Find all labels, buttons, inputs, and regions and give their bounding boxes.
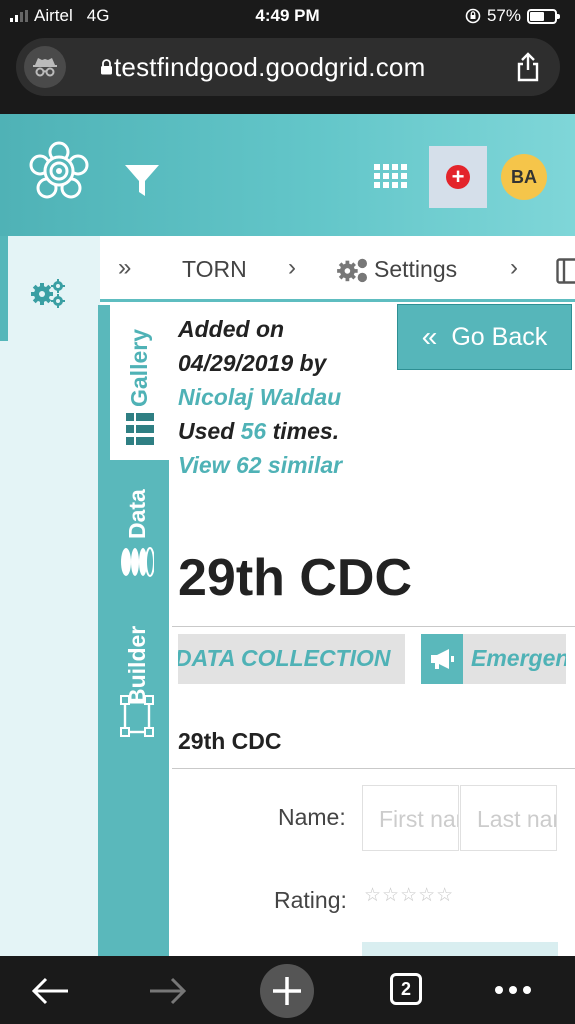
browser-toolbar: 2: [0, 956, 575, 1024]
go-back-button[interactable]: « Go Back: [397, 304, 572, 370]
page-title: 29th CDC: [178, 549, 413, 607]
usage-line: Used 56 times.: [178, 414, 393, 448]
chevron-right-icon: ›: [288, 254, 296, 281]
tab-data[interactable]: Data: [98, 465, 169, 595]
plus-icon: [273, 977, 301, 1005]
avatar[interactable]: BA: [501, 154, 547, 200]
author-link[interactable]: Nicolaj Waldau: [178, 380, 393, 414]
left-panel-settings-bg: [8, 236, 100, 341]
divider: [172, 626, 575, 627]
new-tab-button[interactable]: [260, 964, 314, 1018]
builder-icon: [120, 695, 154, 737]
settings-gears-icon: [336, 256, 370, 289]
chevron-right-icon: ›: [510, 254, 518, 281]
used-suffix: times.: [266, 418, 340, 444]
battery-percent: 57%: [486, 6, 521, 25]
status-right: 57%: [465, 6, 560, 26]
app-header: + BA: [0, 114, 575, 236]
breadcrumb-item-settings[interactable]: Settings: [374, 256, 457, 283]
breadcrumb-item-torn[interactable]: TORN: [182, 256, 247, 283]
apps-grid-icon[interactable]: [374, 164, 407, 190]
tab-data-label: Data: [124, 489, 150, 539]
double-chevron-left-icon: «: [421, 321, 438, 352]
tag-emergency-label: Emergency: [471, 645, 566, 671]
view-similar-link[interactable]: View 62 similar: [178, 448, 393, 482]
form-title: 29th CDC: [178, 728, 282, 754]
logo-icon[interactable]: [28, 140, 90, 202]
filter-icon[interactable]: [124, 164, 160, 198]
rating-label: Rating:: [274, 887, 347, 913]
submit-button[interactable]: [362, 942, 558, 956]
more-menu-icon[interactable]: [495, 986, 531, 994]
rating-stars[interactable]: ☆☆☆☆☆: [364, 884, 454, 907]
left-panel-body: [0, 341, 100, 956]
back-arrow-icon[interactable]: [30, 976, 70, 1006]
tab-builder-label: Builder: [124, 625, 150, 705]
tag-data-collection-label: DATA COLLECTION: [178, 645, 391, 671]
battery-icon: [527, 8, 560, 24]
url-text[interactable]: testfindgood.goodgrid.com: [114, 52, 425, 83]
tab-builder[interactable]: Builder: [98, 605, 169, 745]
last-name-field[interactable]: Last name: [460, 785, 557, 851]
forward-arrow-icon[interactable]: [148, 976, 188, 1006]
used-prefix: Used: [178, 418, 241, 444]
added-date: 04/29/2019 by: [178, 350, 327, 376]
panel-icon[interactable]: [556, 258, 575, 284]
divider: [172, 768, 575, 769]
rotation-lock-icon: [465, 8, 481, 24]
browser-top-chrome: Airtel 4G 4:49 PM 57% testfindgood.goodg…: [0, 0, 575, 114]
battery-fill: [530, 11, 544, 21]
breadcrumb: » TORN › Settings ›: [100, 236, 575, 302]
template-info: Added on 04/29/2019 by Nicolaj Waldau Us…: [178, 312, 393, 482]
tag-emergency[interactable]: Emergency: [421, 634, 566, 684]
add-button[interactable]: +: [429, 146, 487, 208]
address-bar[interactable]: testfindgood.goodgrid.com: [16, 38, 560, 96]
megaphone-icon: [421, 634, 463, 684]
lock-icon: [101, 59, 112, 75]
name-label: Name:: [278, 804, 346, 830]
share-icon[interactable]: [516, 52, 540, 82]
go-back-label: Go Back: [451, 322, 548, 351]
status-bar: Airtel 4G 4:49 PM 57%: [0, 0, 575, 32]
vertical-tabs: Gallery Data Builder: [98, 305, 169, 956]
plus-icon: +: [446, 165, 470, 189]
tag-data-collection[interactable]: DATA COLLECTION: [178, 634, 405, 684]
gallery-icon: [126, 413, 154, 445]
added-on-label: Added on: [178, 316, 285, 342]
tab-switcher-button[interactable]: 2: [390, 973, 422, 1005]
incognito-icon[interactable]: [24, 46, 66, 88]
database-icon: [121, 547, 154, 577]
gears-icon[interactable]: [30, 278, 66, 308]
tab-gallery-label: Gallery: [126, 329, 152, 407]
tab-gallery[interactable]: Gallery: [110, 305, 169, 460]
first-name-field[interactable]: First name: [362, 785, 459, 851]
expand-chevrons-icon[interactable]: »: [118, 254, 131, 282]
used-count: 56: [240, 418, 267, 444]
